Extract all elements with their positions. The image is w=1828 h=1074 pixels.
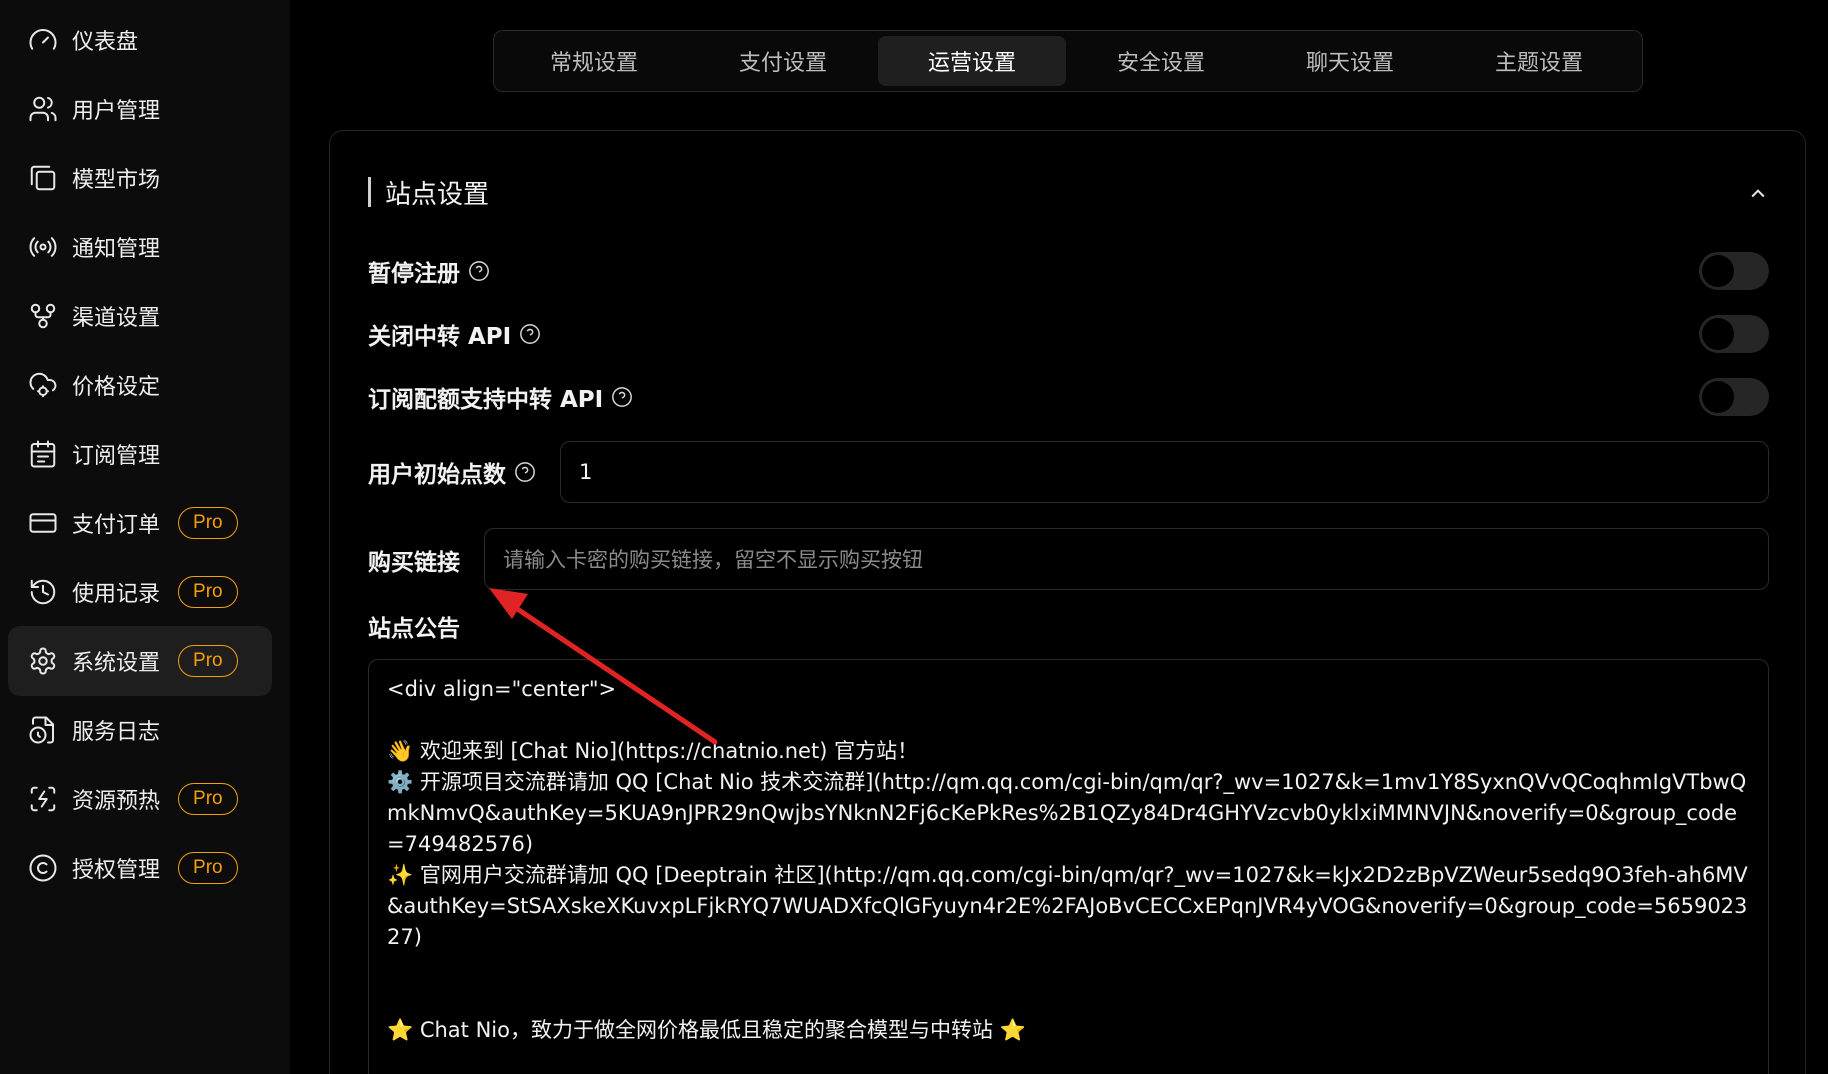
sidebar-item-label: 通知管理 xyxy=(72,237,161,262)
pro-badge: Pro xyxy=(178,783,238,815)
sidebar-item-label: 渠道设置 xyxy=(72,306,161,331)
sidebar-item-label: 模型市场 xyxy=(72,168,161,193)
sidebar-item-label: 资源预热 xyxy=(72,789,161,814)
section-accent-bar xyxy=(368,177,371,207)
pause-register-label: 暂停注册 xyxy=(368,261,460,287)
help-circle-icon[interactable] xyxy=(611,386,633,408)
announcement-label: 站点公告 xyxy=(368,616,460,642)
settings-tabbar: 常规设置 支付设置 运营设置 安全设置 聊天设置 主题设置 xyxy=(493,30,1643,92)
sidebar-item-dashboard[interactable]: 仪表盘 xyxy=(8,5,272,75)
sidebar: 仪表盘 用户管理 模型市场 通知管理 渠道设置 价格设定 订阅管理 支付订单 P… xyxy=(0,0,290,1074)
file-clock-icon xyxy=(28,715,58,745)
settings-icon xyxy=(28,646,58,676)
users-icon xyxy=(28,94,58,124)
site-settings-card: 站点设置 暂停注册 关闭中转 API 订阅配额支持中转 API 用户初始点数 1… xyxy=(329,130,1806,1074)
chevron-up-icon xyxy=(1751,189,1765,198)
sidebar-item-label: 用户管理 xyxy=(72,99,161,124)
section-title: 站点设置 xyxy=(385,179,490,210)
sidebar-item-model-market[interactable]: 模型市场 xyxy=(8,143,272,213)
history-icon xyxy=(28,577,58,607)
initial-points-input[interactable]: 1 xyxy=(560,441,1769,503)
copyright-icon xyxy=(28,853,58,883)
sidebar-item-label: 价格设定 xyxy=(72,375,161,400)
initial-points-label: 用户初始点数 xyxy=(368,462,506,488)
section-header: 站点设置 xyxy=(368,175,490,210)
zap-frame-icon xyxy=(28,784,58,814)
sidebar-item-pricing[interactable]: 价格设定 xyxy=(8,350,272,420)
credit-card-icon xyxy=(28,508,58,538)
toggle-knob xyxy=(1702,255,1734,287)
announcement-row: 站点公告 xyxy=(368,608,460,644)
sidebar-item-system-settings[interactable]: 系统设置 Pro xyxy=(8,626,272,696)
gallery-icon xyxy=(28,163,58,193)
pro-badge: Pro xyxy=(178,507,238,539)
pro-badge: Pro xyxy=(178,852,238,884)
help-circle-icon[interactable] xyxy=(519,323,541,345)
sidebar-item-label: 服务日志 xyxy=(72,720,161,745)
toggle-knob xyxy=(1702,381,1734,413)
sidebar-item-channels[interactable]: 渠道设置 xyxy=(8,281,272,351)
close-relay-label: 关闭中转 API xyxy=(368,324,512,350)
tab-general[interactable]: 常规设置 xyxy=(500,36,688,86)
announcement-textarea[interactable]: <div align="center"> 👋 欢迎来到 [Chat Nio](h… xyxy=(368,659,1769,1074)
sidebar-item-label: 授权管理 xyxy=(72,858,161,883)
pause-register-toggle[interactable] xyxy=(1699,252,1769,290)
sidebar-item-users[interactable]: 用户管理 xyxy=(8,74,272,144)
help-circle-icon[interactable] xyxy=(468,260,490,282)
sidebar-item-label: 支付订单 xyxy=(72,513,161,538)
sub-quota-relay-label: 订阅配额支持中转 API xyxy=(368,387,604,413)
initial-points-row: 用户初始点数 xyxy=(368,454,536,490)
gauge-icon xyxy=(28,25,58,55)
tab-operation[interactable]: 运营设置 xyxy=(878,36,1066,86)
sidebar-item-resource-preheat[interactable]: 资源预热 Pro xyxy=(8,764,272,834)
sidebar-item-label: 系统设置 xyxy=(72,651,161,676)
calendar-icon xyxy=(28,439,58,469)
close-relay-toggle[interactable] xyxy=(1699,315,1769,353)
sidebar-item-label: 使用记录 xyxy=(72,582,161,607)
sidebar-item-service-logs[interactable]: 服务日志 xyxy=(8,695,272,765)
buy-link-label: 购买链接 xyxy=(368,550,460,576)
sidebar-item-license[interactable]: 授权管理 Pro xyxy=(8,833,272,903)
tab-chat[interactable]: 聊天设置 xyxy=(1256,36,1444,86)
collapse-button[interactable] xyxy=(1745,181,1771,207)
tab-theme[interactable]: 主题设置 xyxy=(1445,36,1633,86)
buy-link-input[interactable]: 请输入卡密的购买链接，留空不显示购买按钮 xyxy=(484,528,1769,590)
sidebar-item-label: 仪表盘 xyxy=(72,30,139,55)
git-fork-icon xyxy=(28,301,58,331)
cloud-cog-icon xyxy=(28,370,58,400)
help-circle-icon[interactable] xyxy=(514,461,536,483)
buy-link-row: 购买链接 xyxy=(368,542,460,578)
pause-register-row: 暂停注册 xyxy=(368,253,490,289)
tab-security[interactable]: 安全设置 xyxy=(1067,36,1255,86)
sidebar-item-usage-records[interactable]: 使用记录 Pro xyxy=(8,557,272,627)
sidebar-item-notifications[interactable]: 通知管理 xyxy=(8,212,272,282)
sub-quota-relay-row: 订阅配额支持中转 API xyxy=(368,379,633,415)
pro-badge: Pro xyxy=(178,645,238,677)
tab-payment[interactable]: 支付设置 xyxy=(689,36,877,86)
toggle-knob xyxy=(1702,318,1734,350)
app-root: 仪表盘 用户管理 模型市场 通知管理 渠道设置 价格设定 订阅管理 支付订单 P… xyxy=(0,0,1828,1074)
sub-quota-relay-toggle[interactable] xyxy=(1699,378,1769,416)
sidebar-item-payment-orders[interactable]: 支付订单 Pro xyxy=(8,488,272,558)
sidebar-item-subscriptions[interactable]: 订阅管理 xyxy=(8,419,272,489)
pro-badge: Pro xyxy=(178,576,238,608)
broadcast-icon xyxy=(28,232,58,262)
sidebar-item-label: 订阅管理 xyxy=(72,444,161,469)
close-relay-row: 关闭中转 API xyxy=(368,316,541,352)
